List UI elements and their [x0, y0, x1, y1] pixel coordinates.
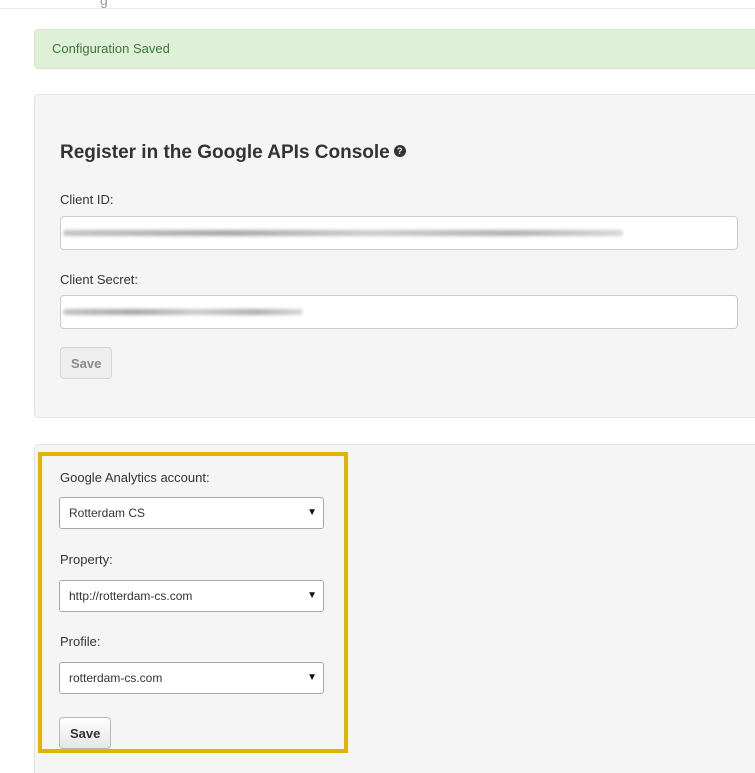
heading-text: Register in the Google APIs Console [60, 142, 390, 163]
client-secret-label: Client Secret: [60, 272, 139, 287]
dropdown-caret-icon: ▼ [307, 507, 317, 518]
success-alert: Configuration Saved [34, 29, 755, 69]
client-id-label: Client ID: [60, 192, 114, 207]
alert-message: Configuration Saved [52, 41, 170, 56]
profile-selected-value: rotterdam-cs.com [69, 671, 163, 685]
save-credentials-button[interactable]: Save [60, 347, 113, 379]
panel-heading: Register in the Google APIs Console? [60, 142, 406, 164]
dropdown-caret-icon: ▼ [307, 672, 317, 683]
question-circle-icon[interactable]: ? [393, 145, 406, 157]
api-console-panel: Register in the Google APIs Console? Cli… [34, 94, 755, 418]
property-label: Property: [60, 552, 113, 567]
client-secret-input[interactable] [60, 295, 738, 329]
cut-off-text: g [100, 0, 108, 8]
redacted-value [63, 309, 303, 315]
client-id-input[interactable] [60, 216, 738, 250]
profile-label: Profile: [60, 634, 101, 649]
account-label: Google Analytics account: [60, 470, 210, 485]
profile-select[interactable]: rotterdam-cs.com ▼ [59, 662, 324, 694]
page: g Configuration Saved Register in the Go… [0, 0, 755, 773]
top-strip: g [0, 0, 755, 9]
redacted-value [63, 230, 623, 236]
dropdown-caret-icon: ▼ [307, 590, 317, 601]
save-analytics-button[interactable]: Save [59, 717, 112, 749]
account-selected-value: Rotterdam CS [69, 506, 146, 520]
property-select[interactable]: http://rotterdam-cs.com ▼ [59, 580, 324, 612]
property-selected-value: http://rotterdam-cs.com [69, 589, 193, 603]
account-select[interactable]: Rotterdam CS ▼ [59, 497, 324, 529]
